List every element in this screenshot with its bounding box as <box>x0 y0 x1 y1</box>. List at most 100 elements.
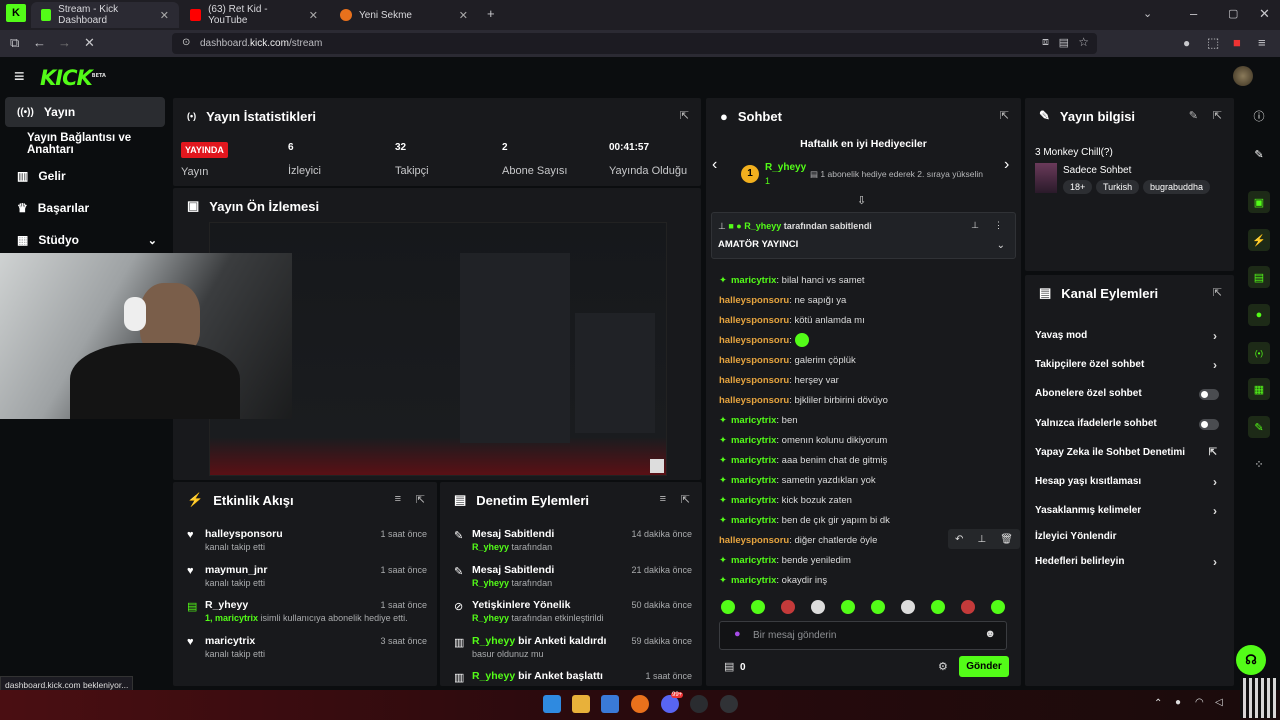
reader-view-icon[interactable]: ▤ <box>1059 36 1069 49</box>
extension-badge-icon[interactable]: ■ <box>1233 35 1241 51</box>
chat-username[interactable]: maricytrix <box>731 575 776 586</box>
chat-message[interactable]: ✦ maricytrix: bende yeniledim <box>719 553 851 569</box>
layout-icon[interactable]: ▦ <box>1248 378 1270 400</box>
mod-user[interactable]: R_yheyy <box>472 613 509 623</box>
windows-start-icon[interactable] <box>543 695 561 713</box>
chat-input[interactable]: ● Bir mesaj gönderin ☻ <box>719 621 1007 650</box>
emote-icon[interactable] <box>901 600 915 614</box>
chevron-left-icon[interactable]: ‹ <box>712 156 717 174</box>
emote-icon[interactable] <box>751 600 765 614</box>
screenshot-icon[interactable]: ⧈ <box>1042 36 1049 49</box>
pin-icon[interactable]: ⊥ <box>977 534 986 545</box>
close-tab-icon[interactable]: ✕ <box>160 9 169 22</box>
file-explorer-icon[interactable] <box>572 695 590 713</box>
emote-icon[interactable] <box>871 600 885 614</box>
support-button[interactable]: ☊ <box>1236 645 1266 675</box>
wrench-icon[interactable]: ✎ <box>1248 416 1270 438</box>
emote-only-toggle[interactable] <box>1199 419 1219 430</box>
tab-youtube[interactable]: (63) Ret Kid - YouTube ✕ <box>180 2 328 28</box>
chat-username[interactable]: maricytrix <box>731 495 776 506</box>
sidebar-toggle-icon[interactable]: ⧉ <box>10 35 19 51</box>
chat-username[interactable]: maricytrix <box>731 455 776 466</box>
delete-icon[interactable]: 🗑 <box>1000 534 1013 545</box>
edit-icon[interactable]: ✎ <box>1189 109 1198 122</box>
reply-icon[interactable]: ↶ <box>955 534 963 545</box>
chat-message[interactable]: ✦ maricytrix: bilal hanci vs samet <box>719 273 865 289</box>
chat-username[interactable]: halleysponsoru <box>719 535 789 546</box>
chat-username[interactable]: maricytrix <box>731 475 776 486</box>
tag[interactable]: 18+ <box>1063 180 1093 194</box>
chat-message[interactable]: halleysponsoru: ne sapığı ya <box>719 293 846 309</box>
chat-message[interactable]: halleysponsoru: diğer chatlerde öyle <box>719 533 877 549</box>
wifi-icon[interactable]: ◠ <box>1195 697 1204 708</box>
mod-user[interactable]: R_yheyy <box>472 542 509 552</box>
close-window-icon[interactable]: ✕ <box>1259 6 1270 22</box>
chat-username[interactable]: maricytrix <box>731 415 776 426</box>
category-name[interactable]: Sadece Sohbet <box>1063 165 1131 176</box>
action-slow-mode[interactable]: Yavaş mod › <box>1035 327 1225 345</box>
top-gifter-name[interactable]: R_yheyy <box>765 162 806 173</box>
minimize-icon[interactable]: – <box>1190 6 1197 22</box>
account-icon[interactable]: ● <box>1183 35 1190 51</box>
chat-username[interactable]: maricytrix <box>731 275 776 286</box>
popout-icon[interactable]: ⇱ <box>1213 286 1222 299</box>
action-account-age[interactable]: Hesap yaşı kısıtlaması › <box>1035 473 1225 491</box>
popout-icon[interactable]: ⇱ <box>1213 109 1222 122</box>
pinned-message[interactable]: ⊥ ■ ● R_yheyy tarafından sabitlendi AMAT… <box>711 212 1016 259</box>
chat-message[interactable]: ✦ maricytrix: omenın kolunu dikiyorum <box>719 433 887 449</box>
chat-username[interactable]: halleysponsoru <box>719 355 789 366</box>
unpin-icon[interactable]: ⊥ <box>971 220 979 231</box>
popout-icon[interactable]: ⇱ <box>681 493 690 506</box>
activity-user[interactable]: R_yheyy <box>205 599 248 611</box>
chat-username[interactable]: halleysponsoru <box>719 395 789 406</box>
send-button[interactable]: Gönder <box>959 656 1009 677</box>
kick-logo[interactable]: KICKBETA <box>40 66 106 90</box>
info-icon[interactable]: ⓘ <box>1248 105 1270 127</box>
more-dots-icon[interactable]: ⁘ <box>1248 453 1270 475</box>
emote-icon[interactable] <box>841 600 855 614</box>
popout-icon[interactable]: ⇱ <box>1000 109 1009 122</box>
emote-icon[interactable] <box>931 600 945 614</box>
hamburger-menu-icon[interactable]: ≡ <box>14 66 25 87</box>
emote-icon[interactable] <box>721 600 735 614</box>
sidebar-item-gelir[interactable]: ▥ Gelir <box>5 161 165 191</box>
store-icon[interactable] <box>601 695 619 713</box>
chat-bubble-icon[interactable]: ● <box>1248 304 1270 326</box>
user-avatar[interactable] <box>1233 66 1253 86</box>
clipboard-icon[interactable]: ▤ <box>1248 266 1270 288</box>
activity-user[interactable]: halleysponsoru <box>205 528 283 540</box>
maximize-icon[interactable]: ▢ <box>1228 6 1238 22</box>
chat-message[interactable]: ✦ maricytrix: ben de çık gir yapım bi dk <box>719 513 890 529</box>
subs-only-toggle[interactable] <box>1199 389 1219 400</box>
list-tabs-icon[interactable]: ⌄ <box>1143 6 1152 22</box>
tab-kick-dashboard[interactable]: Stream - Kick Dashboard ✕ <box>31 2 179 28</box>
chat-username[interactable]: halleysponsoru <box>719 375 789 386</box>
activity-user[interactable]: maricytrix <box>205 635 255 647</box>
popout-icon[interactable]: ⇱ <box>680 109 689 122</box>
chevron-down-icon[interactable]: ⌄ <box>997 240 1005 251</box>
emoji-picker-icon[interactable]: ☻ <box>984 628 996 640</box>
extensions-icon[interactable]: ⬚ <box>1207 35 1219 51</box>
close-tab-icon[interactable]: ✕ <box>459 9 468 22</box>
menu-icon[interactable]: ≡ <box>1258 35 1266 51</box>
chat-username[interactable]: halleysponsoru <box>719 335 789 346</box>
broadcast-icon[interactable]: (•) <box>1248 342 1270 364</box>
action-followers-only[interactable]: Takipçilere özel sohbet › <box>1035 356 1225 374</box>
action-ai-moderation[interactable]: Yapay Zeka ile Sohbet Denetimi ⇱ <box>1035 444 1225 462</box>
chat-message[interactable]: halleysponsoru: herşey var <box>719 373 839 389</box>
sidebar-item-basarilar[interactable]: ♛ Başarılar <box>5 193 165 223</box>
chat-message[interactable]: ✦ maricytrix: sametin yazdıkları yok <box>719 473 876 489</box>
chat-message[interactable]: ✦ maricytrix: aaa benim chat de gitmiş <box>719 453 887 469</box>
more-icon[interactable]: ⋮ <box>994 220 1003 231</box>
chat-username[interactable]: halleysponsoru <box>719 295 789 306</box>
chevron-right-icon[interactable]: › <box>1004 156 1009 174</box>
sidebar-item-stream-key[interactable]: Yayın Bağlantısı ve Anahtarı <box>5 129 175 159</box>
action-raid[interactable]: İzleyici Yönlendir <box>1035 528 1225 546</box>
chat-message[interactable]: halleysponsoru: <box>719 333 809 349</box>
edit-icon[interactable]: ✎ <box>1248 143 1270 165</box>
forward-icon[interactable]: → <box>58 35 71 51</box>
mod-user[interactable]: R_yheyy <box>472 578 509 588</box>
mod-user[interactable]: R_yheyy <box>472 635 515 647</box>
tag[interactable]: Turkish <box>1096 180 1140 194</box>
chat-message[interactable]: ✦ maricytrix: kick bozuk zaten <box>719 493 852 509</box>
